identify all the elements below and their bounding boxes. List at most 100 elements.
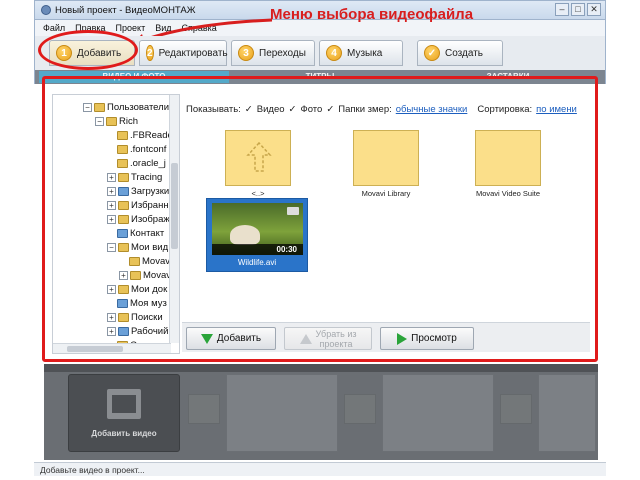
file-grid: <..> Movavi Library Movavi Video Suite 0… [186, 120, 590, 320]
tree-item[interactable]: − Мои вид [107, 241, 168, 254]
folder-icon [94, 103, 105, 112]
sort-link[interactable]: по имени [536, 104, 577, 115]
tab-create-label: Создать [445, 47, 484, 59]
folder-item[interactable]: Movavi Video Suite [458, 130, 558, 198]
tree-item[interactable]: Контакт [117, 227, 164, 240]
video-duration: 00:30 [276, 245, 297, 254]
folders-checkbox-label[interactable]: Папки змер: [338, 104, 391, 115]
add-arrow-icon [200, 333, 213, 344]
menu-file[interactable]: Файл [43, 23, 65, 33]
film-icon [107, 389, 141, 419]
contacts-icon [117, 229, 128, 238]
add-video-slot[interactable]: Добавить видео [68, 374, 180, 452]
camera-icon [287, 207, 299, 215]
add-button[interactable]: Добавить [186, 327, 276, 350]
tree-item[interactable]: .fontconf [117, 143, 166, 156]
scroll-thumb[interactable] [171, 163, 178, 249]
folder-up-item[interactable]: <..> [208, 130, 308, 198]
desktop-icon [118, 327, 129, 336]
add-button-label: Добавить [216, 333, 262, 344]
expand-icon[interactable]: + [107, 327, 116, 336]
video-checkbox-label[interactable]: Видео [257, 104, 285, 115]
tree-item[interactable]: Моя муз [117, 297, 167, 310]
annotation-label: Меню выбора видеофайла [270, 6, 474, 23]
folder-icon [117, 159, 128, 168]
tree-item[interactable]: + Мои док [107, 283, 167, 296]
tab-transitions[interactable]: 3 Переходы [231, 40, 315, 66]
clip-slot[interactable] [382, 374, 494, 452]
tab-create[interactable]: ✓ Создать [417, 40, 503, 66]
folder-icon [130, 271, 141, 280]
folder-icon [117, 131, 128, 140]
file-name: Movavi Video Suite [475, 189, 541, 198]
thumbnail-subject [230, 225, 260, 245]
expand-icon[interactable]: + [119, 271, 128, 280]
maximize-icon[interactable]: □ [571, 3, 585, 16]
scroll-thumb[interactable] [67, 346, 123, 352]
folder-icon [106, 117, 117, 126]
collapse-icon[interactable]: − [95, 117, 104, 126]
checkmark-icon[interactable]: ✓ [289, 104, 297, 115]
tree-item[interactable]: + Поиски [107, 311, 163, 324]
transition-slot[interactable] [500, 394, 532, 424]
view-mode-link[interactable]: обычные значки [396, 104, 468, 115]
tree-item[interactable]: − Пользователи [83, 101, 169, 114]
tree-item[interactable]: + Tracing [107, 171, 162, 184]
add-video-label: Добавить видео [91, 429, 157, 438]
tab-music-label: Музыка [347, 47, 383, 59]
expand-icon[interactable]: + [107, 173, 116, 182]
folder-icon [117, 145, 128, 154]
minimize-icon[interactable]: – [555, 3, 569, 16]
app-icon [41, 5, 51, 15]
show-label: Показывать: [186, 103, 241, 115]
tree-vertical-scrollbar[interactable] [169, 95, 179, 343]
main-toolbar: 1 Добавить 2 Редактировать 3 Переходы 4 … [34, 36, 606, 70]
folder-icon [129, 257, 140, 266]
tree-item[interactable]: + Загрузки [107, 185, 169, 198]
video-file-item[interactable]: 00:30 Wildlife.avi [206, 198, 308, 272]
tree-horizontal-scrollbar[interactable] [53, 343, 171, 353]
folder-icon [118, 285, 129, 294]
preview-button[interactable]: Просмотр [380, 327, 474, 350]
clip-slot[interactable] [226, 374, 338, 452]
photo-checkbox-label[interactable]: Фото [301, 104, 323, 115]
folder-tree: − Пользователи − Rich .FBReade .fontconf .… [52, 94, 180, 354]
expand-icon[interactable]: + [107, 285, 116, 294]
step-1-icon: 1 [56, 45, 72, 61]
check-icon: ✓ [424, 45, 440, 61]
tree-item[interactable]: + Рабочий [107, 325, 168, 338]
preview-button-label: Просмотр [411, 333, 457, 344]
transition-slot[interactable] [188, 394, 220, 424]
tree-item[interactable]: + Movav [119, 269, 171, 282]
tree-item[interactable]: + Избранн [107, 199, 169, 212]
tree-item[interactable]: .oracle_j [117, 157, 166, 170]
status-bar: Добавьте видео в проект... [34, 462, 606, 476]
tree-item[interactable]: .FBReade [117, 129, 173, 142]
checkmark-icon[interactable]: ✓ [326, 104, 334, 115]
tab-add[interactable]: 1 Добавить [49, 40, 135, 66]
tab-edit[interactable]: 2 Редактировать [139, 40, 228, 66]
menu-edit[interactable]: Правка [75, 23, 105, 33]
sort-label: Сортировка: [477, 103, 533, 115]
transition-slot[interactable] [344, 394, 376, 424]
clip-slot[interactable] [538, 374, 596, 452]
close-icon[interactable]: ✕ [587, 3, 601, 16]
file-name: <..> [251, 189, 265, 198]
expand-icon[interactable]: + [107, 187, 116, 196]
collapse-icon[interactable]: − [107, 243, 116, 252]
checkmark-icon[interactable]: ✓ [245, 104, 253, 115]
expand-icon[interactable]: + [107, 215, 116, 224]
folder-item[interactable]: Movavi Library [336, 130, 436, 198]
tab-transitions-label: Переходы [259, 47, 306, 59]
play-icon [397, 332, 408, 345]
collapse-icon[interactable]: − [83, 103, 92, 112]
timeline-strip [44, 364, 598, 372]
tab-music[interactable]: 4 Музыка [319, 40, 403, 66]
remove-from-project-button[interactable]: Убрать из проекта [284, 327, 372, 350]
expand-icon[interactable]: + [107, 201, 116, 210]
tab-edit-label: Редактировать [158, 47, 228, 59]
tree-item[interactable]: Movav [129, 255, 170, 268]
expand-icon[interactable]: + [107, 313, 116, 322]
tree-item[interactable]: + Изображ [107, 213, 170, 226]
tree-item[interactable]: − Rich [95, 115, 138, 128]
